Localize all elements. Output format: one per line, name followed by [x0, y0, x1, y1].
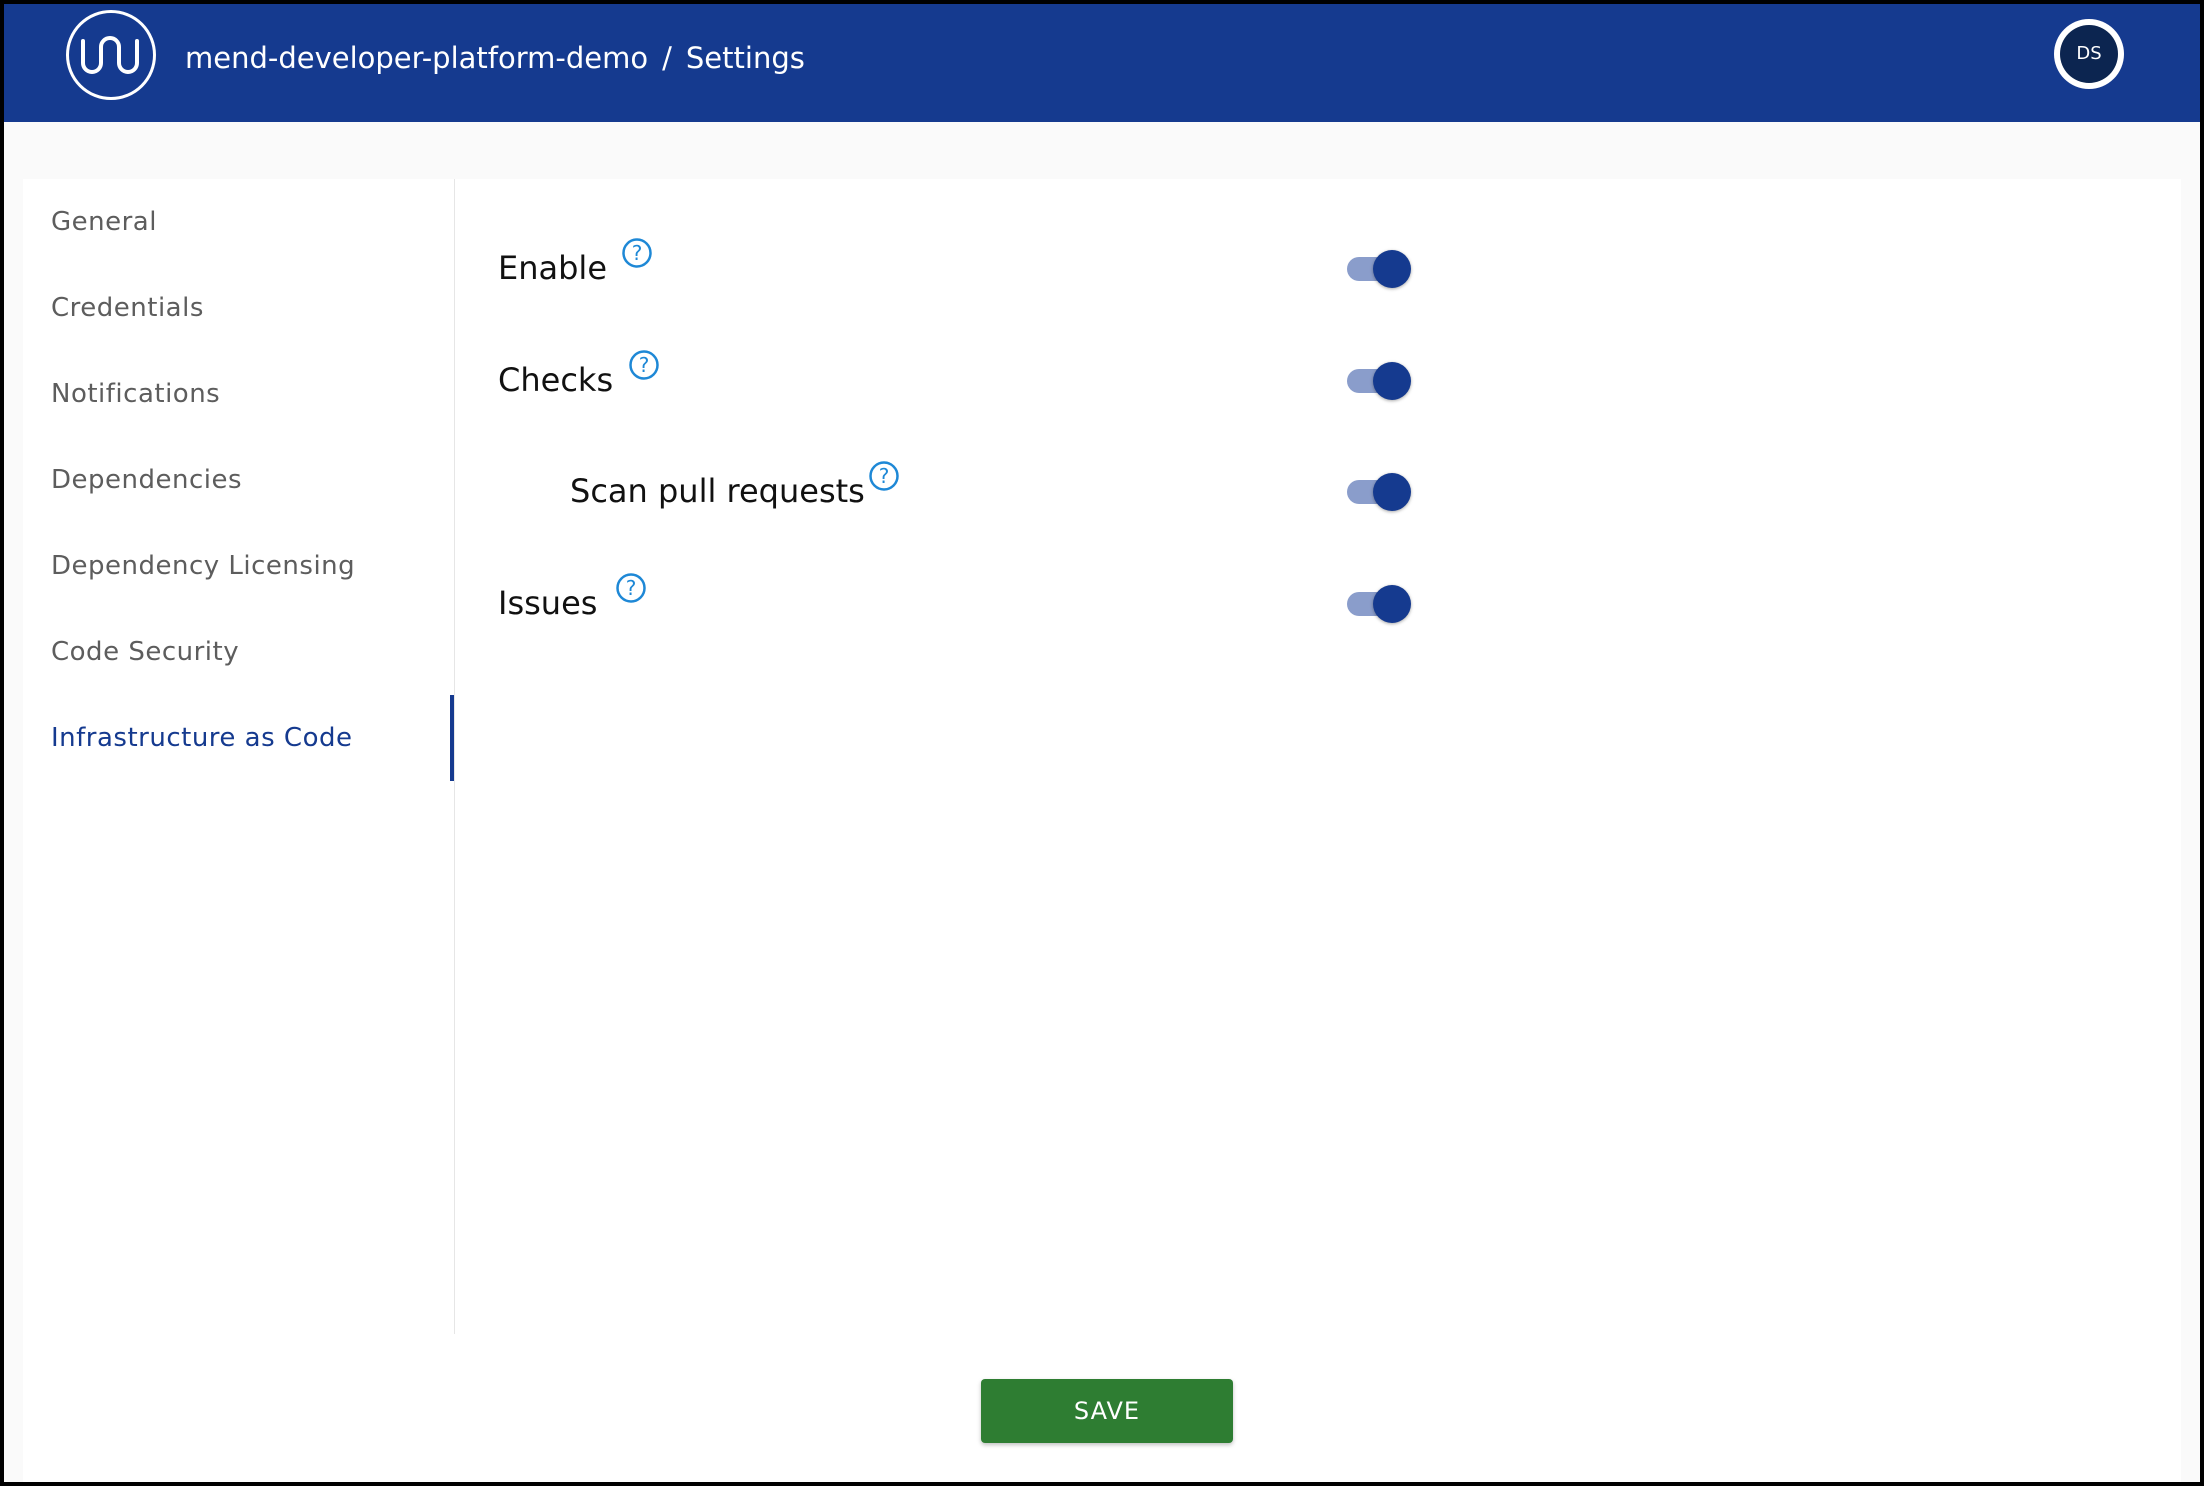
scan-pull-requests-toggle[interactable]: [1345, 473, 1415, 511]
toggle-knob: [1373, 473, 1411, 511]
breadcrumb-separator: /: [662, 41, 672, 75]
settings-content: Enable ? Checks ? Scan pull requests ? I…: [455, 179, 2181, 1334]
avatar-initials: DS: [2060, 25, 2118, 83]
svg-text:?: ?: [879, 464, 890, 488]
sidebar-item-notifications[interactable]: Notifications: [23, 351, 454, 437]
avatar[interactable]: DS: [2054, 19, 2124, 89]
issues-toggle[interactable]: [1345, 585, 1415, 623]
breadcrumb-project[interactable]: mend-developer-platform-demo: [185, 41, 648, 75]
mend-logo-icon[interactable]: [66, 10, 156, 100]
help-icon[interactable]: ?: [868, 460, 900, 492]
sidebar-item-code-security[interactable]: Code Security: [23, 609, 454, 695]
sidebar-item-general[interactable]: General: [23, 179, 454, 265]
app-window: mend-developer-platform-demo / Settings DS…: [4, 4, 2200, 1482]
setting-row-checks: Checks ?: [455, 349, 1455, 409]
setting-row-issues: Issues ?: [455, 572, 1455, 632]
toggle-knob: [1373, 362, 1411, 400]
help-icon[interactable]: ?: [615, 572, 647, 604]
setting-row-scan-pull-requests: Scan pull requests ?: [455, 460, 1455, 520]
help-icon[interactable]: ?: [621, 237, 653, 269]
settings-sidebar: General Credentials Notifications Depend…: [23, 179, 455, 1334]
svg-text:?: ?: [639, 353, 650, 377]
sidebar-item-infrastructure-as-code[interactable]: Infrastructure as Code: [23, 695, 454, 781]
settings-card: General Credentials Notifications Depend…: [23, 179, 2181, 1482]
svg-text:?: ?: [626, 576, 637, 600]
sidebar-item-dependencies[interactable]: Dependencies: [23, 437, 454, 523]
setting-label-scan-pull-requests: Scan pull requests: [570, 472, 865, 510]
sidebar-item-dependency-licensing[interactable]: Dependency Licensing: [23, 523, 454, 609]
help-icon[interactable]: ?: [628, 349, 660, 381]
toggle-knob: [1373, 250, 1411, 288]
sidebar-item-credentials[interactable]: Credentials: [23, 265, 454, 351]
setting-label-issues: Issues: [498, 584, 598, 622]
breadcrumb: mend-developer-platform-demo / Settings: [185, 38, 805, 78]
toggle-knob: [1373, 585, 1411, 623]
checks-toggle[interactable]: [1345, 362, 1415, 400]
enable-toggle[interactable]: [1345, 250, 1415, 288]
save-button[interactable]: SAVE: [981, 1379, 1233, 1443]
breadcrumb-page: Settings: [685, 41, 805, 75]
setting-label-checks: Checks: [498, 361, 614, 399]
setting-label-enable: Enable: [498, 249, 607, 287]
setting-row-enable: Enable ?: [455, 237, 1455, 297]
top-bar: mend-developer-platform-demo / Settings DS: [4, 4, 2200, 122]
svg-text:?: ?: [632, 241, 643, 265]
